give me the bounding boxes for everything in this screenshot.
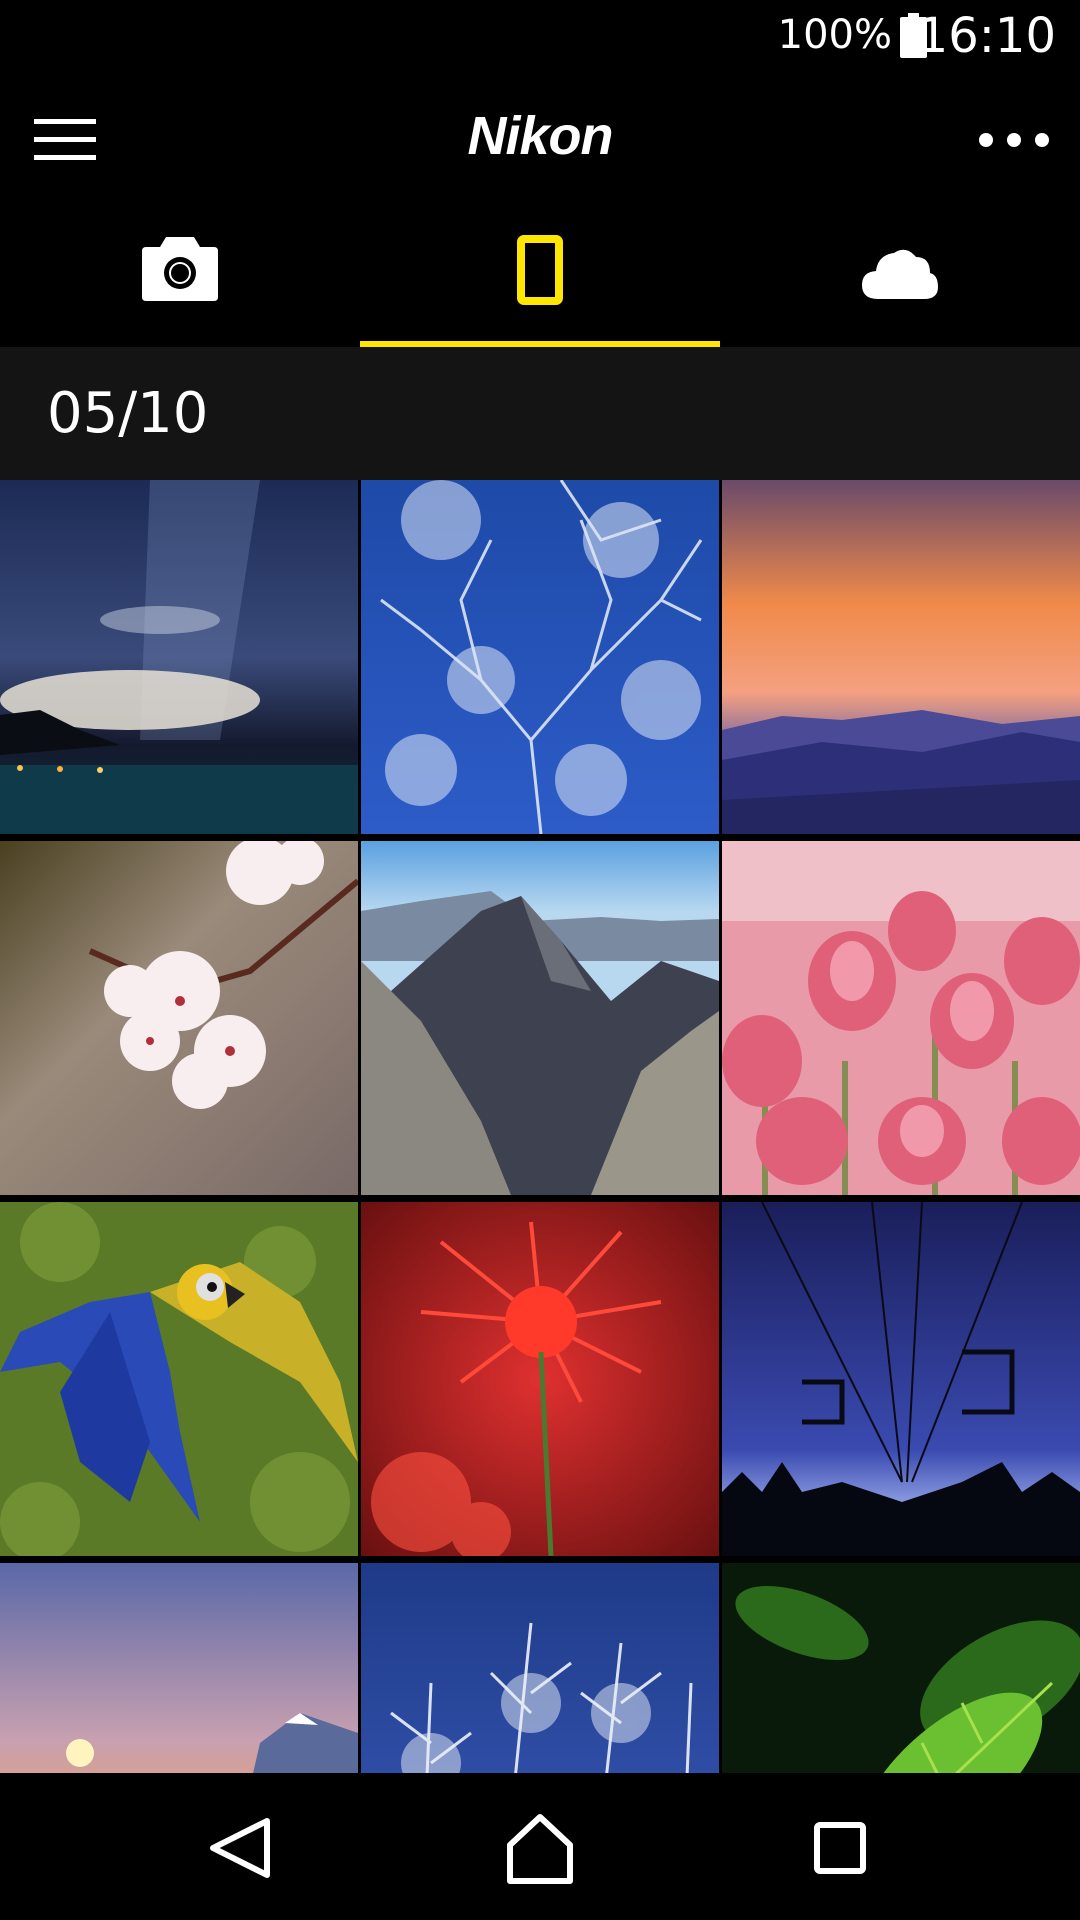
smartphone-icon bbox=[517, 235, 563, 305]
back-button[interactable] bbox=[195, 1803, 285, 1893]
photo-thumbnail-frosted-tree[interactable] bbox=[361, 480, 719, 834]
tab-bar bbox=[0, 205, 1080, 347]
app-title: Nikon bbox=[467, 106, 613, 166]
recents-square-icon bbox=[814, 1822, 866, 1874]
tab-camera[interactable] bbox=[0, 205, 360, 347]
camera-icon bbox=[142, 237, 218, 301]
recents-button[interactable] bbox=[795, 1803, 885, 1893]
photo-thumbnail-macaw[interactable] bbox=[0, 1202, 358, 1556]
more-options-button[interactable] bbox=[974, 125, 1054, 155]
back-triangle-icon bbox=[210, 1818, 270, 1878]
tab-cloud[interactable] bbox=[720, 205, 1080, 347]
date-label: 05/10 bbox=[47, 381, 209, 446]
photo-thumbnail-night-sky[interactable] bbox=[0, 480, 358, 834]
date-header: 05/10 bbox=[0, 347, 1080, 480]
photo-thumbnail-frosted-branches[interactable] bbox=[361, 1563, 719, 1773]
photo-thumbnail-red-lily[interactable] bbox=[361, 1202, 719, 1556]
tab-smart-device[interactable] bbox=[360, 205, 720, 347]
photo-thumbnail-fern[interactable] bbox=[722, 1563, 1080, 1773]
photo-thumbnail-tulips[interactable] bbox=[722, 841, 1080, 1195]
app-bar: Nikon bbox=[0, 75, 1080, 205]
photo-thumbnail-cherry-blossom[interactable] bbox=[0, 841, 358, 1195]
photo-grid bbox=[0, 480, 1080, 1773]
home-icon bbox=[507, 1814, 573, 1884]
photo-thumbnail-ski-lift[interactable] bbox=[722, 1202, 1080, 1556]
photo-thumbnail-mountain-peak[interactable] bbox=[361, 841, 719, 1195]
battery-percent: 100% bbox=[777, 12, 892, 58]
home-button[interactable] bbox=[495, 1803, 585, 1893]
status-time: 16:10 bbox=[917, 8, 1056, 64]
system-navigation-bar bbox=[0, 1773, 1080, 1920]
photo-thumbnail-sunset-mountains[interactable] bbox=[722, 480, 1080, 834]
more-dots-icon bbox=[979, 133, 1049, 147]
cloud-icon bbox=[862, 249, 938, 299]
photo-thumbnail-sunset-fuji[interactable] bbox=[0, 1563, 358, 1773]
status-bar: 100% 16:10 bbox=[0, 0, 1080, 75]
